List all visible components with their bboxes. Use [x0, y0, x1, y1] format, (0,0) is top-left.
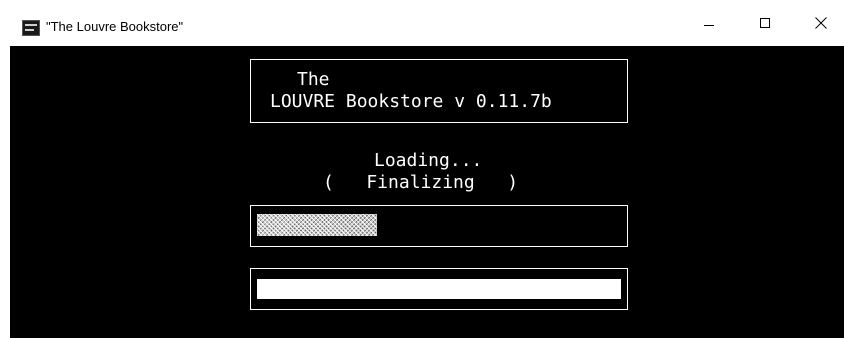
header-line-2: LOUVRE Bookstore v 0.11.7b [270, 91, 552, 112]
app-icon [22, 20, 40, 36]
minimize-button[interactable] [686, 0, 732, 46]
minimize-icon [704, 24, 714, 26]
header-line-1: The [297, 69, 330, 90]
close-icon [815, 17, 827, 29]
header-box: The LOUVRE Bookstore v 0.11.7b [250, 59, 628, 123]
progress-fill [257, 214, 377, 236]
title-bar: "The Louvre Bookstore" [0, 0, 844, 46]
window-title: "The Louvre Bookstore" [46, 19, 184, 34]
input-box [250, 268, 628, 310]
progress-bar [250, 205, 628, 247]
maximize-button[interactable] [742, 0, 788, 46]
loading-status: ( Finalizing ) [323, 172, 519, 193]
close-button[interactable] [798, 0, 844, 46]
loading-label: Loading... [374, 150, 483, 171]
maximize-icon [760, 18, 770, 28]
console-area: The LOUVRE Bookstore v 0.11.7b Loading..… [10, 46, 844, 338]
text-input[interactable] [257, 279, 621, 299]
